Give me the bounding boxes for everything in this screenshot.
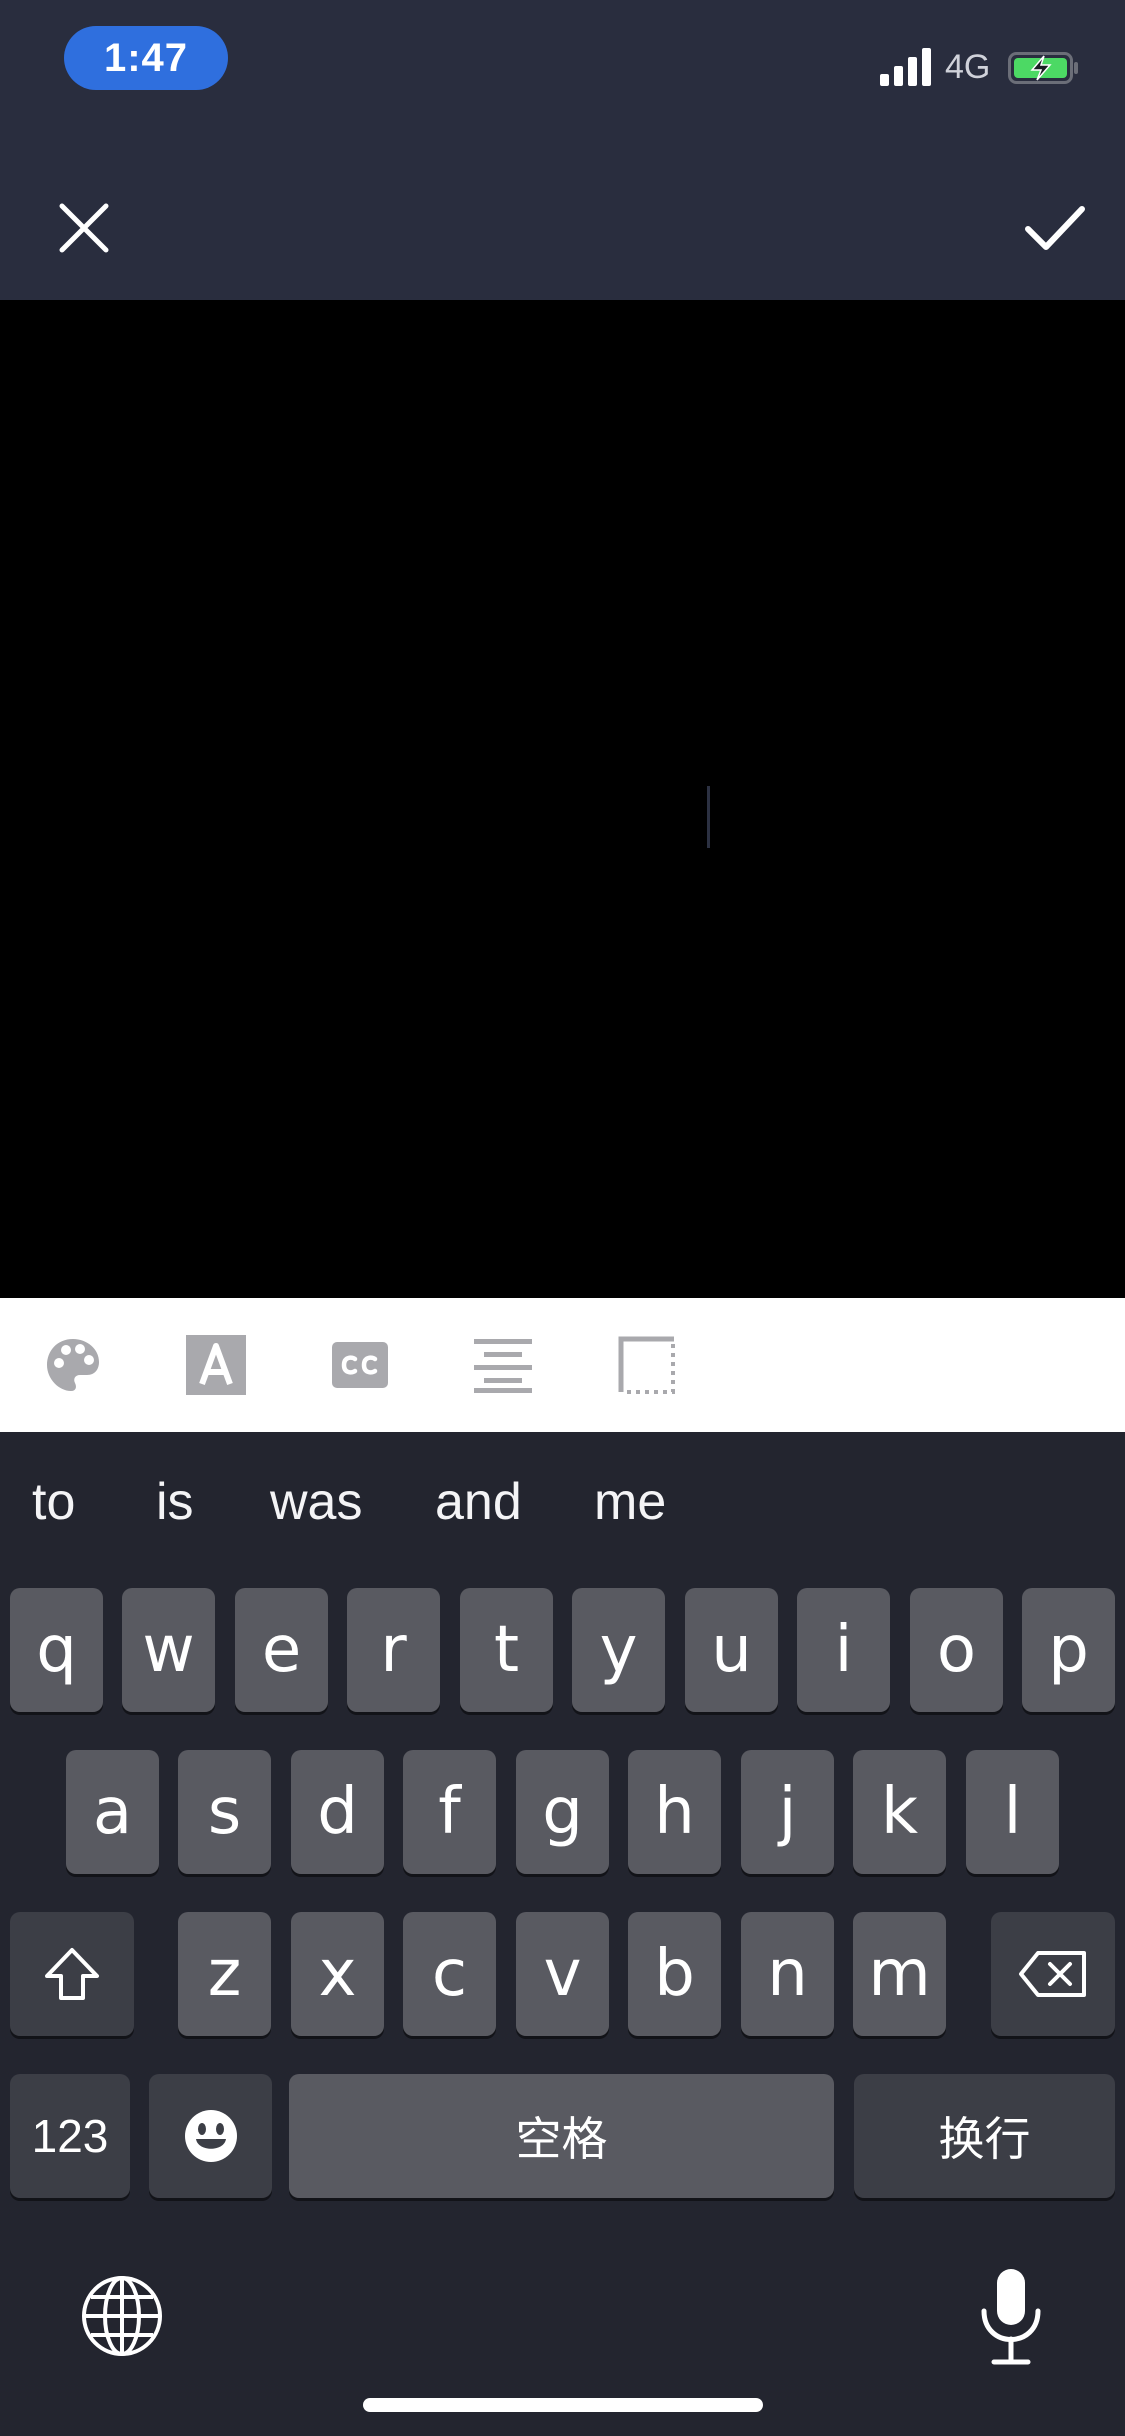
key-v[interactable]: v [516,1912,609,2036]
keyboard: to is was and me q w e r t y u i o p a s… [0,1432,1125,2436]
emoji-icon [184,2110,237,2162]
status-time: 1:47 [64,26,228,90]
delete-key[interactable] [991,1912,1115,2036]
close-button[interactable] [44,188,124,268]
border-icon [618,1336,675,1394]
caption-icon [332,1342,388,1388]
key-z[interactable]: z [178,1912,271,2036]
key-e[interactable]: e [235,1588,328,1712]
palette-icon [47,1339,99,1391]
suggestion-item[interactable]: to [32,1472,75,1532]
suggestion-bar: to is was and me [0,1432,1125,1552]
microphone-icon [981,2269,1041,2365]
caption-button[interactable] [325,1330,395,1400]
key-f[interactable]: f [403,1750,496,1874]
key-u[interactable]: u [685,1588,778,1712]
globe-button[interactable] [80,2274,164,2358]
key-d[interactable]: d [291,1750,384,1874]
suggestion-item[interactable]: was [270,1472,362,1532]
key-k[interactable]: k [853,1750,946,1874]
key-b[interactable]: b [628,1912,721,2036]
suggestion-item[interactable]: me [594,1472,666,1532]
key-r[interactable]: r [347,1588,440,1712]
key-c[interactable]: c [403,1912,496,2036]
align-center-button[interactable] [468,1330,538,1400]
space-key[interactable]: 空格 [289,2074,834,2198]
key-t[interactable]: t [460,1588,553,1712]
backspace-icon [1019,1951,1086,1997]
numbers-key[interactable]: 123 [10,2074,130,2198]
key-m[interactable]: m [853,1912,946,2036]
shift-key[interactable] [10,1912,134,2036]
check-icon [1025,206,1085,250]
key-l[interactable]: l [966,1750,1059,1874]
key-a[interactable]: a [66,1750,159,1874]
emoji-key[interactable] [149,2074,272,2198]
suggestion-item[interactable]: and [435,1472,522,1532]
globe-icon [82,2276,162,2356]
confirm-button[interactable] [1010,188,1100,268]
editor-header [0,118,1125,300]
align-center-icon [474,1339,532,1393]
key-o[interactable]: o [910,1588,1003,1712]
text-style-button[interactable] [181,1330,251,1400]
color-palette-button[interactable] [38,1330,108,1400]
key-w[interactable]: w [122,1588,215,1712]
return-key[interactable]: 换行 [854,2074,1115,2198]
key-n[interactable]: n [741,1912,834,2036]
format-toolbar [0,1298,1125,1432]
border-button[interactable] [612,1330,682,1400]
key-p[interactable]: p [1022,1588,1115,1712]
key-h[interactable]: h [628,1750,721,1874]
status-bar: 1:47 4G [0,0,1125,118]
key-g[interactable]: g [516,1750,609,1874]
key-s[interactable]: s [178,1750,271,1874]
key-q[interactable]: q [10,1588,103,1712]
suggestion-item[interactable]: is [156,1472,194,1532]
dictation-button[interactable] [978,2267,1044,2367]
shift-icon [45,1948,99,2000]
home-indicator [363,2398,763,2412]
text-style-icon [186,1335,246,1395]
network-type: 4G [945,48,991,86]
text-cursor [707,786,710,848]
battery-charging-icon [1008,52,1078,84]
text-canvas[interactable] [0,300,1125,1298]
key-x[interactable]: x [291,1912,384,2036]
key-j[interactable]: j [741,1750,834,1874]
key-y[interactable]: y [572,1588,665,1712]
signal-strength-icon [880,48,931,86]
close-icon [59,203,109,253]
key-i[interactable]: i [797,1588,890,1712]
